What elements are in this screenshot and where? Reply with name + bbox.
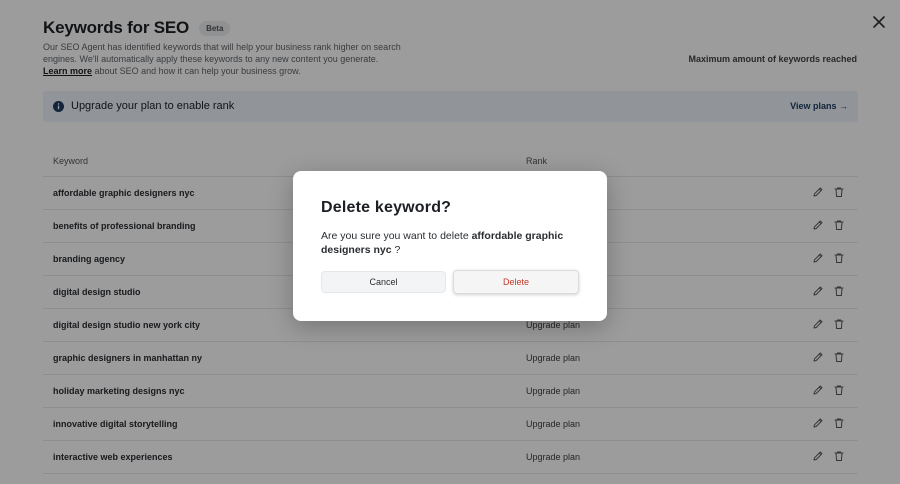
dialog-message-suffix: ?: [391, 244, 401, 256]
seo-keywords-page: Keywords for SEO Beta Our SEO Agent has …: [0, 0, 900, 484]
cancel-button[interactable]: Cancel: [321, 271, 446, 293]
dialog-message-prefix: Are you sure you want to delete: [321, 230, 472, 242]
delete-keyword-dialog: Delete keyword? Are you sure you want to…: [293, 171, 607, 321]
confirm-delete-button[interactable]: Delete: [453, 270, 579, 294]
dialog-title: Delete keyword?: [321, 199, 452, 216]
dialog-message: Are you sure you want to delete affordab…: [321, 229, 581, 257]
